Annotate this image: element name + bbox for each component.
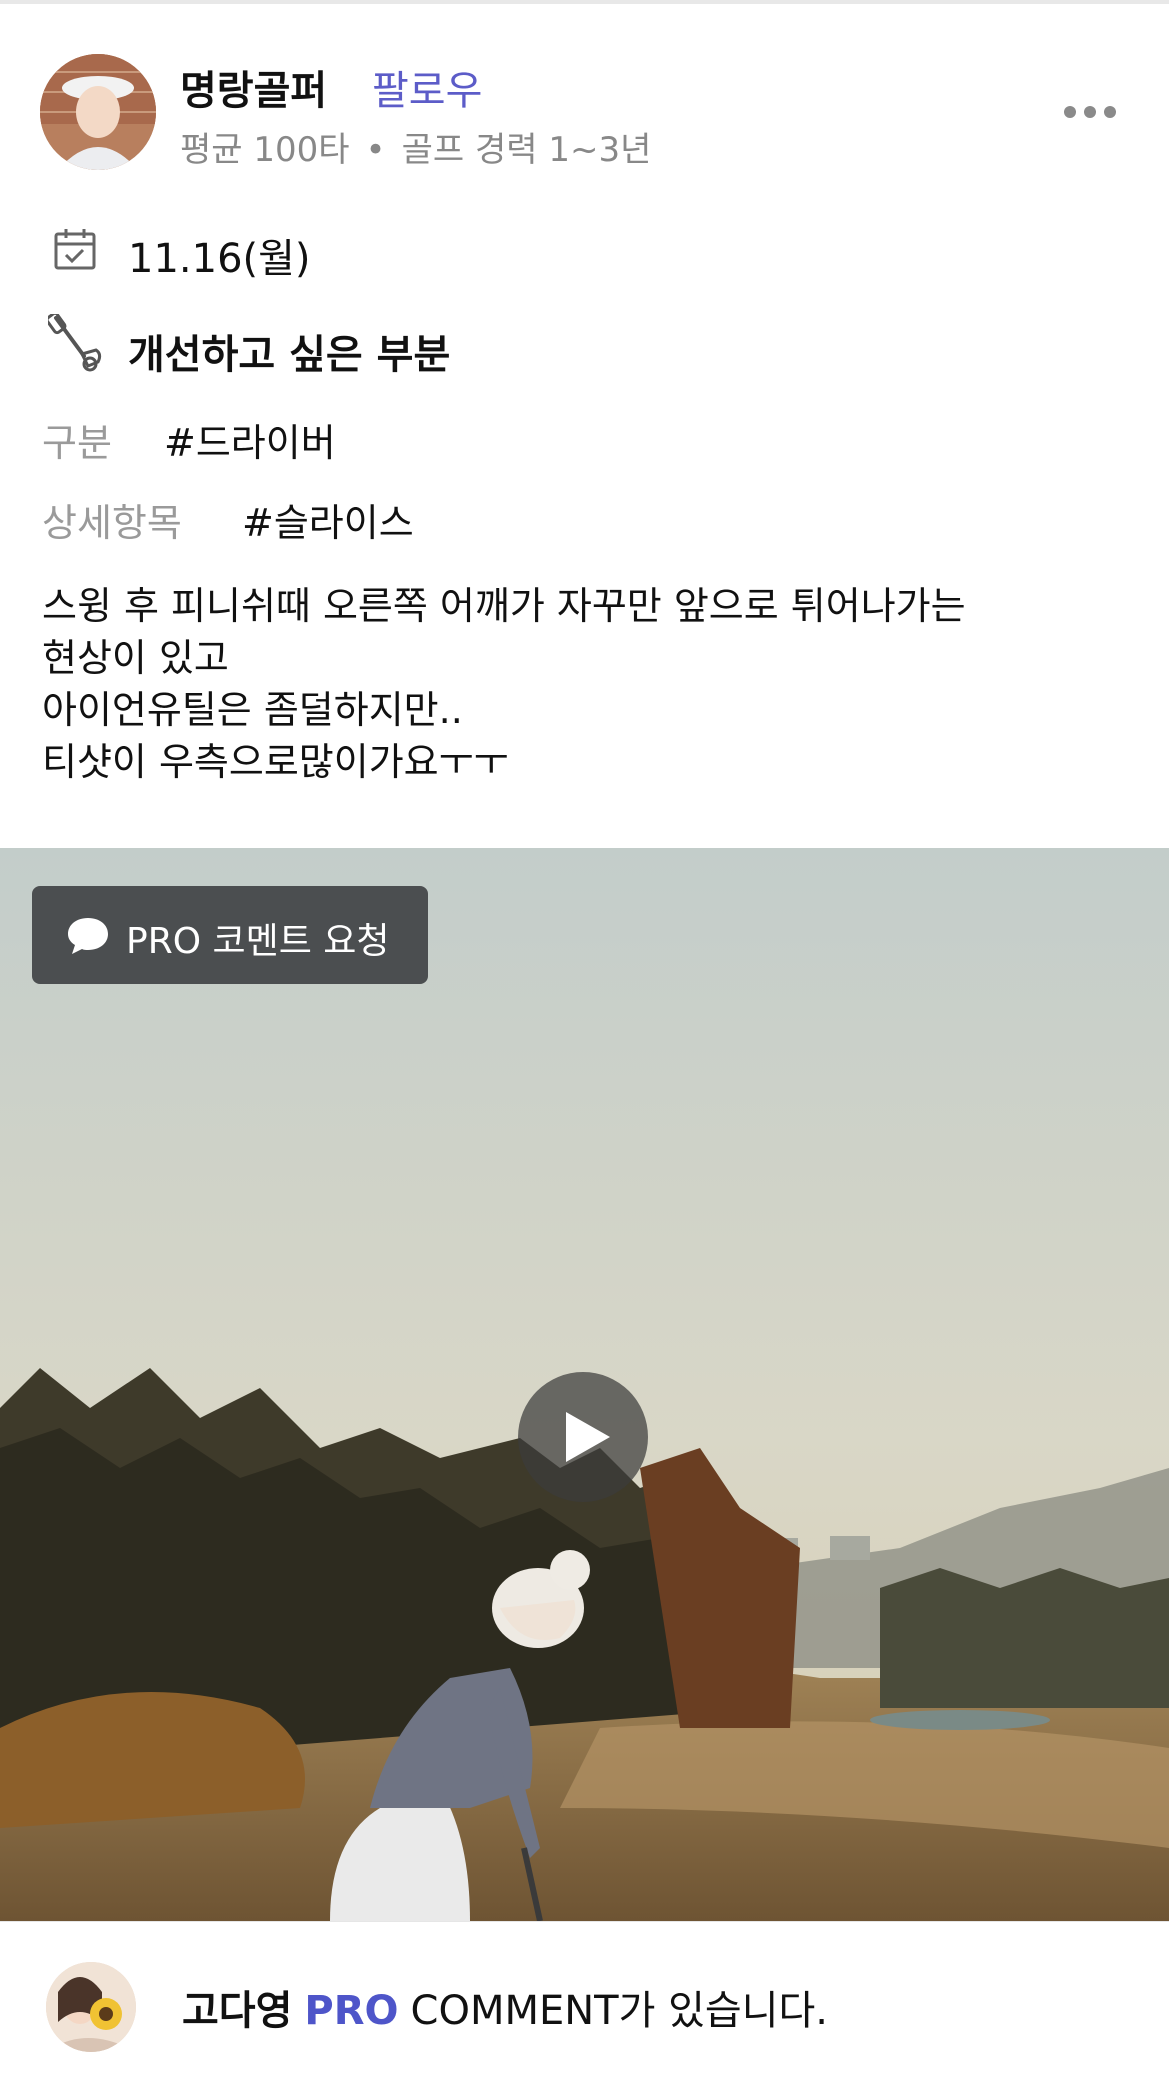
more-options-icon[interactable] xyxy=(1064,96,1118,126)
calendar-icon xyxy=(54,229,96,270)
user-avatar[interactable] xyxy=(40,54,156,170)
golf-experience: 골프 경력 1~3년 xyxy=(401,130,652,170)
pro-name: 고다영 xyxy=(182,1988,293,2034)
play-button[interactable] xyxy=(518,1372,648,1502)
user-meta: 평균 100타 • 골프 경력 1~3년 xyxy=(180,122,651,171)
description-line: 아이언유틸은 좀덜하지만.. xyxy=(42,688,463,732)
improve-title: 개선하고 싶은 부분 xyxy=(128,332,451,378)
category-label: 구분 xyxy=(42,421,112,465)
follow-button[interactable]: 팔로우 xyxy=(372,58,482,116)
pro-comment-request-label: PRO 코멘트 요청 xyxy=(126,921,390,962)
chat-bubble-icon xyxy=(68,918,108,954)
post-header: 명랑골퍼 팔로우 평균 100타 • 골프 경력 1~3년 xyxy=(0,0,1169,184)
post-description: 스윙 후 피니쉬때 오른쪽 어깨가 자꾸만 앞으로 튀어나가는 현상이 있고 아… xyxy=(42,580,1132,788)
pro-comment-request-button[interactable]: PRO 코멘트 요청 xyxy=(32,886,428,984)
swing-video[interactable]: PRO 코멘트 요청 xyxy=(0,848,1169,1921)
description-line: 현상이 있고 xyxy=(42,636,229,680)
pro-comment-message: COMMENT가 있습니다. xyxy=(410,1988,829,2034)
play-icon xyxy=(566,1412,610,1462)
pro-badge: PRO xyxy=(304,1988,399,2034)
detail-label: 상세항목 xyxy=(42,501,182,545)
description-line: 스윙 후 피니쉬때 오른쪽 어깨가 자꾸만 앞으로 튀어나가는 xyxy=(42,584,966,628)
category-row: 구분 #드라이버 xyxy=(42,412,336,467)
description-line: 티샷이 우측으로많이가요ㅜㅜ xyxy=(42,740,509,784)
category-tag[interactable]: #드라이버 xyxy=(164,412,336,467)
post-date: 11.16(월) xyxy=(128,236,311,282)
detail-row: 상세항목 #슬라이스 xyxy=(42,492,414,547)
average-score: 평균 100타 xyxy=(180,130,350,170)
meta-separator: • xyxy=(365,130,386,170)
pro-comment-notice: 고다영 PRO COMMENT가 있습니다. xyxy=(182,1978,828,2036)
user-name[interactable]: 명랑골퍼 xyxy=(180,58,327,116)
pro-comment-bar[interactable]: 고다영 PRO COMMENT가 있습니다. xyxy=(0,1921,1169,2080)
detail-tag[interactable]: #슬라이스 xyxy=(242,492,414,547)
golf-club-icon xyxy=(48,314,102,372)
pro-avatar[interactable] xyxy=(46,1962,136,2052)
